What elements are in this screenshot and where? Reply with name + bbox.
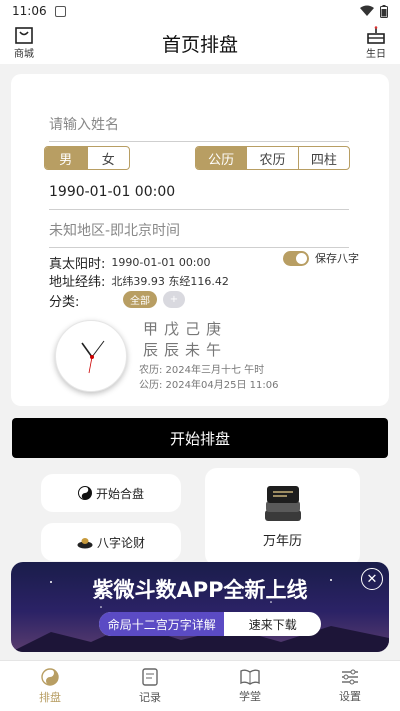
- tab-chart[interactable]: 排盘: [0, 661, 100, 711]
- branch-hour: 午: [206, 341, 228, 359]
- banner-cta[interactable]: 命局十二宫万字详解 速来下载: [99, 612, 321, 636]
- calendar-type-selector: 公历 农历 四柱: [195, 146, 350, 170]
- tab-records-label: 记录: [139, 690, 161, 704]
- shop-button[interactable]: 商城: [14, 25, 34, 60]
- wealth-label: 八字论财: [96, 535, 145, 550]
- true-solar-time-value: 1990-01-01 00:00: [111, 256, 211, 269]
- calendar-book-icon: [264, 486, 301, 521]
- app-header: 商城 首页排盘 生日: [0, 22, 400, 64]
- perpetual-calendar-tile[interactable]: 万年历: [205, 468, 360, 566]
- branch-day: 未: [185, 341, 207, 359]
- true-solar-time-row: 真太阳时: 1990-01-01 00:00: [49, 253, 211, 272]
- true-solar-time-label: 真太阳时:: [49, 257, 106, 272]
- status-bar: 11:06: [0, 0, 400, 22]
- match-chart-tile[interactable]: 开始合盘: [41, 474, 181, 512]
- yin-yang-icon: [77, 486, 92, 500]
- status-time: 11:06: [12, 4, 47, 18]
- coordinates-row: 地址经纬: 北纬39.93 东经116.42: [49, 271, 229, 291]
- calendar-lunar-option[interactable]: 农历: [246, 147, 297, 169]
- gold-ingot-icon: [77, 538, 93, 549]
- cake-icon: [367, 26, 385, 44]
- tab-records[interactable]: 记录: [100, 661, 200, 711]
- category-label: 分类:: [49, 295, 80, 310]
- current-lunar-date: 农历: 2024年三月十七 午时: [139, 365, 265, 376]
- shopping-bag-icon: [15, 27, 33, 44]
- category-add-chip[interactable]: +: [163, 291, 185, 308]
- gender-male-option[interactable]: 男: [45, 147, 87, 169]
- branch-month: 辰: [164, 341, 186, 359]
- chart-form-card: 请输入姓名 男 女 公历 农历 四柱 1990-01-01 00:00 未知地区…: [11, 74, 389, 406]
- banner-download-button[interactable]: 速来下载: [224, 612, 321, 636]
- tab-school[interactable]: 学堂: [200, 661, 300, 711]
- earthly-branches-row: 辰辰未午: [143, 339, 227, 360]
- battery-icon: [380, 4, 388, 18]
- heavenly-stems-row: 甲戊己庚: [143, 318, 227, 339]
- birth-datetime-field[interactable]: 1990-01-01 00:00: [49, 174, 349, 210]
- coordinates-label: 地址经纬:: [49, 275, 106, 290]
- wealth-tile[interactable]: 八字论财: [41, 523, 181, 561]
- tab-settings-label: 设置: [339, 689, 361, 703]
- category-all-chip[interactable]: 全部: [123, 291, 157, 308]
- banner-cta-feature: 命局十二宫万字详解: [99, 612, 225, 636]
- calendar-pillars-option[interactable]: 四柱: [297, 147, 349, 169]
- tab-chart-label: 排盘: [39, 690, 61, 704]
- gallery-icon: [54, 5, 66, 17]
- save-bazi-toggle[interactable]: [283, 251, 309, 266]
- notes-icon: [142, 667, 158, 686]
- stem-month: 戊: [164, 320, 186, 338]
- banner-headline: 紫微斗数APP全新上线: [92, 578, 308, 602]
- gender-selector: 男 女: [44, 146, 130, 170]
- gender-female-option[interactable]: 女: [86, 147, 130, 169]
- name-input[interactable]: 请输入姓名: [49, 106, 349, 142]
- status-icons: [360, 4, 388, 18]
- promo-banner[interactable]: 紫微斗数APP全新上线 命局十二宫万字详解 速来下载 ✕: [11, 562, 389, 652]
- coordinates-value: 北纬39.93 东经116.42: [111, 274, 229, 288]
- calendar-solar-option[interactable]: 公历: [196, 147, 247, 169]
- close-icon[interactable]: ✕: [361, 568, 383, 590]
- stem-day: 己: [185, 320, 207, 338]
- location-field[interactable]: 未知地区-即北京时间: [49, 212, 349, 248]
- branch-year: 辰: [143, 341, 165, 359]
- bottom-tab-bar: 排盘 记录 学堂 设置: [0, 660, 400, 711]
- sliders-icon: [342, 669, 358, 684]
- match-chart-label: 开始合盘: [95, 486, 144, 501]
- taiji-icon: [41, 667, 59, 686]
- save-bazi-label: 保存八字: [315, 252, 359, 265]
- tab-school-label: 学堂: [239, 689, 261, 703]
- wifi-icon: [360, 5, 374, 16]
- stem-year: 甲: [143, 320, 165, 338]
- tab-settings[interactable]: 设置: [300, 661, 400, 711]
- perpetual-calendar-label: 万年历: [262, 534, 302, 549]
- clock-icon: [55, 320, 127, 392]
- shop-label: 商城: [14, 49, 34, 60]
- current-solar-date: 公历: 2024年04月25日 11:06: [139, 380, 279, 391]
- book-icon: [240, 669, 260, 685]
- birthday-button[interactable]: 生日: [366, 25, 386, 60]
- page-title: 首页排盘: [161, 33, 238, 56]
- birthday-label: 生日: [366, 49, 386, 60]
- stem-hour: 庚: [206, 320, 228, 338]
- start-chart-button[interactable]: 开始排盘: [12, 418, 388, 458]
